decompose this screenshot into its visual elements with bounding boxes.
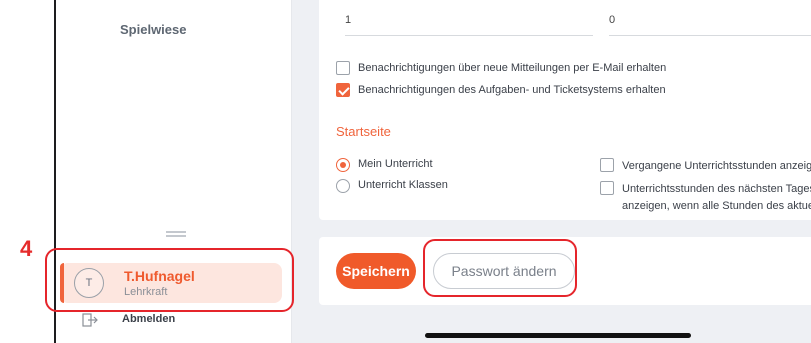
annotation-marker-4: 4: [20, 236, 33, 261]
home-indicator: [425, 333, 691, 338]
next-day-checkbox[interactable]: [600, 181, 614, 195]
number-field-1[interactable]: 1: [345, 12, 593, 36]
logout-label: Abmelden: [122, 313, 176, 325]
radio-unterricht-klassen-label: Unterricht Klassen: [358, 179, 448, 191]
notify-tasks-label: Benachrichtigungen des Aufgaben- und Tic…: [358, 84, 666, 96]
notify-email-checkbox[interactable]: [336, 61, 350, 75]
annotation-box-profile: [45, 248, 294, 312]
radio-mein-unterricht[interactable]: [336, 158, 350, 172]
number-field-2[interactable]: 0: [609, 12, 811, 36]
annotation-box-password: [423, 239, 577, 297]
next-day-label-line1: Unterrichtsstunden des nächsten Tages: [622, 183, 811, 195]
radio-unterricht-klassen[interactable]: [336, 179, 350, 193]
drag-handle-icon[interactable]: [166, 231, 186, 237]
sidebar-title: Spielwiese: [120, 22, 187, 37]
notify-tasks-checkbox[interactable]: [336, 83, 350, 97]
radio-mein-unterricht-label: Mein Unterricht: [358, 158, 433, 170]
past-lessons-label: Vergangene Unterrichtsstunden anzeig: [622, 160, 811, 172]
settings-panel: 1 0 Benachrichtigungen über neue Mitteil…: [319, 0, 811, 220]
next-day-label-line2: anzeigen, wenn alle Stunden des aktue: [622, 200, 811, 212]
past-lessons-checkbox[interactable]: [600, 158, 614, 172]
notify-email-label: Benachrichtigungen über neue Mitteilunge…: [358, 62, 667, 74]
logout-icon: [82, 313, 98, 327]
startpage-section-title: Startseite: [336, 124, 391, 139]
save-button[interactable]: Speichern: [336, 253, 416, 289]
